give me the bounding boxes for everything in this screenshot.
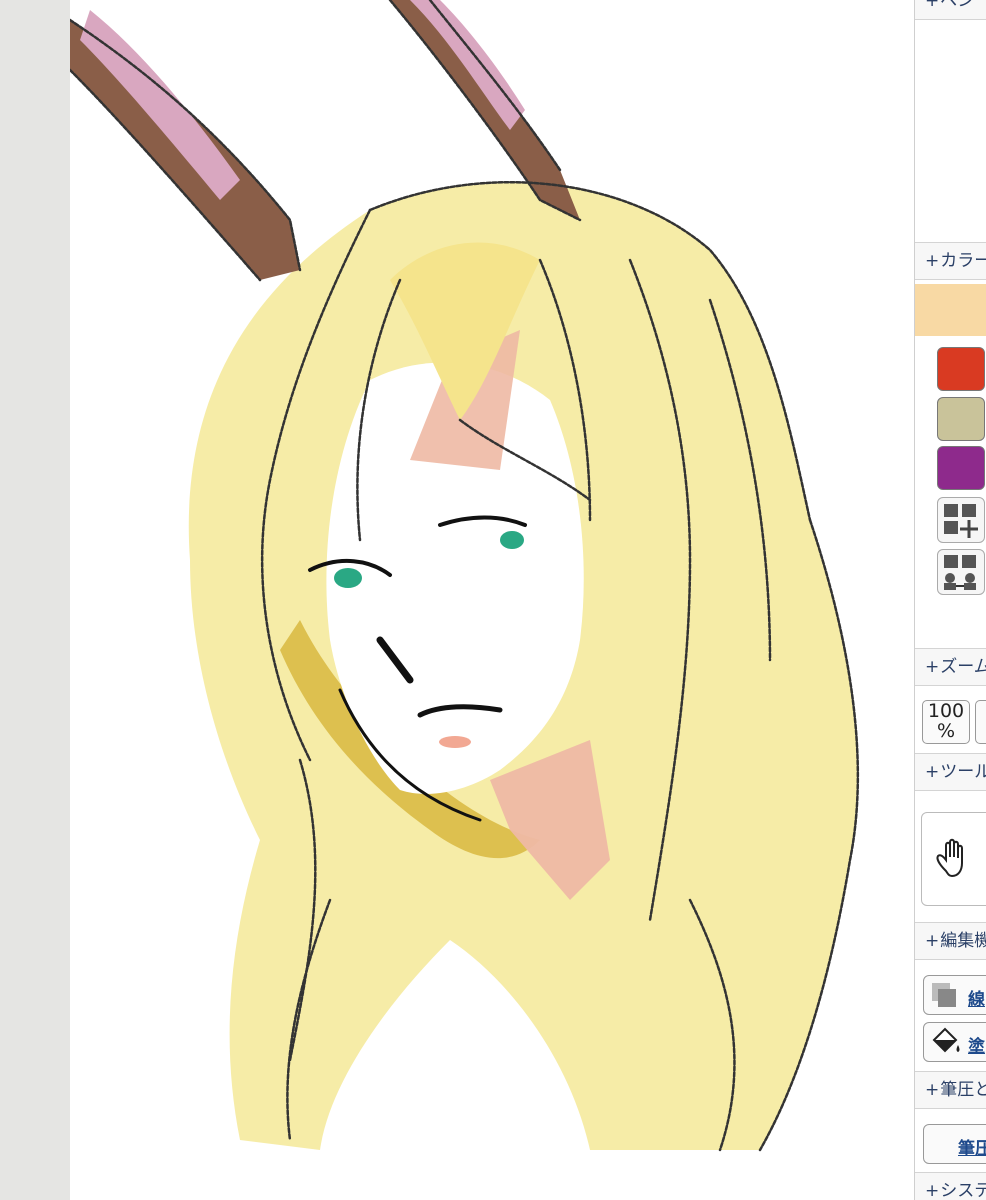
section-zoom-title: ズーム <box>940 657 986 677</box>
side-panel: +ベン +カラー +ズーム 100 % <box>914 0 986 1200</box>
layer-icon <box>932 983 956 1007</box>
paint-bucket-icon <box>932 1027 960 1053</box>
section-system-header[interactable]: +システ <box>915 1172 986 1200</box>
swap-palette-button[interactable] <box>937 549 985 595</box>
section-color-title: カラー <box>940 251 986 271</box>
pressure-button[interactable]: 筆圧 <box>923 1124 986 1164</box>
drawing-canvas[interactable] <box>70 0 914 1200</box>
section-zoom-header[interactable]: +ズーム <box>915 648 986 686</box>
fill-label: 塗 <box>968 1037 985 1057</box>
tool-box <box>921 812 986 906</box>
section-tool-header[interactable]: +ツール <box>915 753 986 791</box>
section-edit-title: 編集機 <box>940 931 986 951</box>
color-swatch-purple[interactable] <box>937 446 985 490</box>
section-brush-title: ベン <box>940 0 975 11</box>
zoom-value: 100 <box>927 700 965 722</box>
section-tool-title: ツール <box>940 762 986 782</box>
section-pressure-header[interactable]: +筆圧と <box>915 1071 986 1109</box>
section-system-title: システ <box>940 1181 986 1200</box>
illustration <box>70 0 860 1152</box>
color-swatch-red[interactable] <box>937 347 985 391</box>
section-color-header[interactable]: +カラー <box>915 242 986 280</box>
section-brush-header[interactable]: +ベン <box>915 0 986 20</box>
section-pressure-title: 筆圧と <box>940 1080 986 1100</box>
pressure-button-label: 筆圧 <box>958 1139 986 1159</box>
current-color[interactable] <box>915 284 986 336</box>
palette-add-icon <box>944 504 978 538</box>
hand-tool-button[interactable] <box>928 831 978 887</box>
hand-icon <box>936 838 963 878</box>
palette-swap-icon <box>944 555 976 590</box>
section-edit-header[interactable]: +編集機 <box>915 922 986 960</box>
layer-edit-button[interactable]: 線 <box>923 975 986 1015</box>
zoom-100-button[interactable]: 100 % <box>922 700 970 744</box>
layer-edit-label: 線 <box>968 990 985 1010</box>
left-gutter <box>0 0 70 1200</box>
fill-button[interactable]: 塗 <box>923 1022 986 1062</box>
zoom-unit: % <box>936 720 956 742</box>
color-swatch-khaki[interactable] <box>937 397 985 441</box>
zoom-next-button[interactable] <box>975 700 986 744</box>
add-palette-button[interactable] <box>937 497 985 543</box>
